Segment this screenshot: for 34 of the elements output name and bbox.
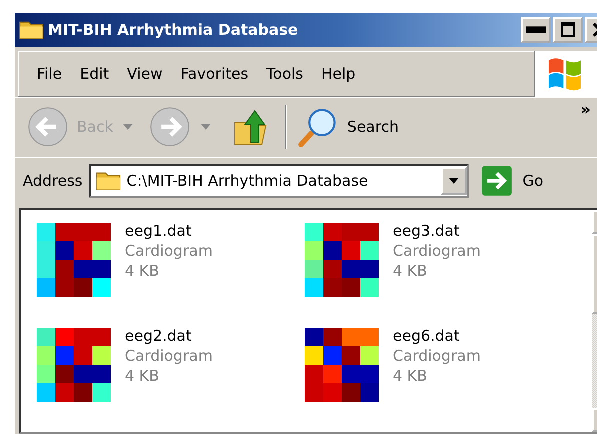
file-type: Cardiogram <box>393 242 481 260</box>
file-size: 4 KB <box>393 262 428 280</box>
maximize-button[interactable] <box>553 16 583 43</box>
go-button[interactable]: Go <box>480 165 544 198</box>
address-label: Address <box>23 172 83 190</box>
window-title: MIT-BIH Arrhythmia Database <box>48 20 300 39</box>
maximize-icon <box>558 20 578 40</box>
file-type: Cardiogram <box>125 346 213 365</box>
minimize-button[interactable] <box>521 16 551 43</box>
file-name: eeg2.dat <box>125 326 193 345</box>
file-size: 4 KB <box>125 262 160 280</box>
file-name: eeg3.dat <box>393 222 461 240</box>
search-button[interactable]: Search <box>293 106 403 148</box>
menu-item[interactable]: View <box>121 64 175 83</box>
menu-item[interactable]: Favorites <box>174 64 261 83</box>
menu-item[interactable]: Edit <box>74 64 122 83</box>
folder-icon <box>94 170 123 192</box>
file-type: Cardiogram <box>125 242 213 260</box>
heatmap-icon <box>305 222 379 298</box>
menu-item[interactable]: File <box>31 64 74 83</box>
heatmap-icon <box>305 326 379 403</box>
heatmap-icon <box>37 326 111 403</box>
heatmap-icon <box>37 222 111 298</box>
file-type: Cardiogram <box>393 346 481 365</box>
more-button[interactable]: » <box>580 100 591 119</box>
dropdown-button[interactable] <box>440 167 467 196</box>
file-name: eeg6.dat <box>393 326 461 345</box>
file-name: eeg1.dat <box>125 222 193 240</box>
address-field[interactable]: C:\MIT-BIH Arrhythmia Database <box>88 164 469 198</box>
file-size: 4 KB <box>393 366 428 385</box>
menu-item[interactable]: Tools <box>260 64 316 83</box>
menu-item[interactable]: Help <box>316 64 368 83</box>
file-size: 4 KB <box>125 366 160 385</box>
caret-icon <box>448 178 459 184</box>
